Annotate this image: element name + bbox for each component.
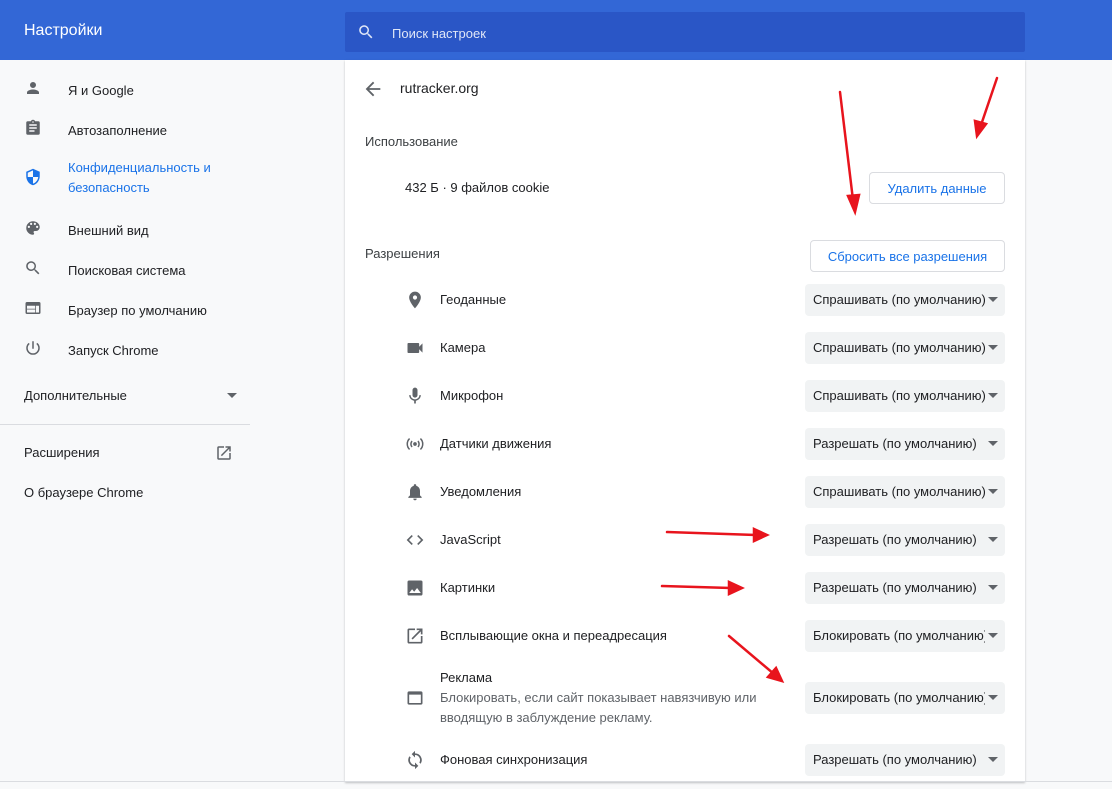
sync-icon xyxy=(408,750,422,770)
dropdown-value: Разрешать (по умолчанию) xyxy=(813,532,977,547)
permission-dropdown-location[interactable]: Спрашивать (по умолчанию) xyxy=(805,284,1005,316)
camera-icon xyxy=(407,343,423,353)
open-external-icon xyxy=(407,628,423,644)
permission-label: Микрофон xyxy=(440,388,504,403)
sidebar-item-appearance[interactable]: Внешний вид xyxy=(0,208,250,248)
microphone-icon xyxy=(409,387,421,404)
permission-dropdown-popups[interactable]: Блокировать (по умолчанию) xyxy=(805,620,1005,652)
extensions-label: Расширения xyxy=(24,445,100,460)
dropdown-arrow-icon xyxy=(988,633,998,638)
code-icon xyxy=(406,535,424,545)
sidebar-item-autofill[interactable]: Автозаполнение xyxy=(0,108,250,148)
about-label: О браузере Chrome xyxy=(24,485,144,500)
sidebar-item-label: Внешний вид xyxy=(68,223,149,238)
sidebar-item-label: Браузер по умолчанию xyxy=(68,303,207,318)
back-arrow-icon[interactable] xyxy=(362,78,384,100)
permission-label: Картинки xyxy=(440,580,496,595)
dropdown-value: Разрешать (по умолчанию) xyxy=(813,580,977,595)
usage-heading: Использование xyxy=(365,134,458,149)
sidebar-item-on-startup[interactable]: Запуск Chrome xyxy=(0,328,250,368)
permission-label: Фоновая синхронизация xyxy=(440,752,588,767)
dropdown-arrow-icon xyxy=(988,297,998,302)
site-title: rutracker.org xyxy=(400,80,479,96)
browser-icon xyxy=(25,302,41,314)
sensors-icon xyxy=(406,438,424,450)
dropdown-value: Спрашивать (по умолчанию) xyxy=(813,340,985,355)
sidebar-item-label: Я и Google xyxy=(68,83,134,98)
bell-icon xyxy=(408,484,422,501)
search-icon xyxy=(359,25,373,39)
permission-dropdown-images[interactable]: Разрешать (по умолчанию) xyxy=(805,572,1005,604)
dropdown-arrow-icon xyxy=(988,345,998,350)
sidebar-divider xyxy=(0,424,250,425)
permission-dropdown-background-sync[interactable]: Разрешать (по умолчанию) xyxy=(805,744,1005,776)
search-icon xyxy=(26,261,40,275)
dropdown-value: Блокировать (по умолчанию) xyxy=(813,628,985,643)
dropdown-value: Спрашивать (по умолчанию) xyxy=(813,484,985,499)
permission-dropdown-motion-sensors[interactable]: Разрешать (по умолчанию) xyxy=(805,428,1005,460)
permission-dropdown-notifications[interactable]: Спрашивать (по умолчанию) xyxy=(805,476,1005,508)
image-icon xyxy=(407,580,423,596)
dropdown-value: Спрашивать (по умолчанию) xyxy=(813,388,985,403)
permission-label: Реклама xyxy=(440,670,493,685)
dropdown-arrow-icon xyxy=(988,585,998,590)
permission-dropdown-javascript[interactable]: Разрешать (по умолчанию) xyxy=(805,524,1005,556)
dropdown-value: Спрашивать (по умолчанию) xyxy=(813,292,985,307)
search-box[interactable] xyxy=(345,12,1025,54)
permission-label: Всплывающие окна и переадресация xyxy=(440,628,667,643)
palette-icon xyxy=(26,221,40,235)
open-external-icon xyxy=(217,446,231,460)
permission-label: Уведомления xyxy=(440,484,522,499)
dropdown-arrow-icon xyxy=(988,393,998,398)
page-bottom-border xyxy=(0,781,1112,782)
sidebar-item-label: Запуск Chrome xyxy=(68,343,159,358)
sidebar-item-label: Конфиденциальность и безопасность xyxy=(68,160,211,195)
person-icon xyxy=(27,82,39,94)
permission-dropdown-microphone[interactable]: Спрашивать (по умолчанию) xyxy=(805,380,1005,412)
dropdown-arrow-icon xyxy=(988,537,998,542)
app-title: Настройки xyxy=(24,22,103,39)
power-icon xyxy=(26,341,40,355)
usage-summary: 432 Б · 9 файлов cookie xyxy=(405,180,550,195)
clear-data-button[interactable]: Удалить данные xyxy=(869,172,1005,204)
sidebar-item-extensions[interactable]: Расширения xyxy=(24,445,234,465)
ads-icon xyxy=(407,691,423,705)
sidebar-item-default-browser[interactable]: Браузер по умолчанию xyxy=(0,288,250,328)
dropdown-arrow-icon xyxy=(988,695,998,700)
dropdown-arrow-icon xyxy=(988,489,998,494)
dropdown-value: Разрешать (по умолчанию) xyxy=(813,436,977,451)
reset-permissions-button[interactable]: Сбросить все разрешения xyxy=(810,240,1005,272)
sidebar-item-label: Поисковая система xyxy=(68,263,186,278)
sidebar-item-search-engine[interactable]: Поисковая система xyxy=(0,248,250,288)
header-bar: Настройки xyxy=(0,0,1112,60)
search-input[interactable] xyxy=(390,12,994,54)
sidebar-item-you-and-google[interactable]: Я и Google xyxy=(0,68,250,108)
dropdown-value: Разрешать (по умолчанию) xyxy=(813,752,977,767)
sidebar-item-about-chrome[interactable]: О браузере Chrome xyxy=(24,485,143,500)
clipboard-icon xyxy=(26,119,40,135)
advanced-label: Дополнительные xyxy=(24,388,127,403)
dropdown-arrow-icon xyxy=(988,757,998,762)
location-icon xyxy=(409,291,421,309)
permission-label: Датчики движения xyxy=(440,436,552,451)
sidebar-item-label: Автозаполнение xyxy=(68,123,168,138)
permissions-heading: Разрешения xyxy=(365,246,440,261)
permission-dropdown-ads[interactable]: Блокировать (по умолчанию) xyxy=(805,682,1005,714)
permission-description: Блокировать, если сайт показывает навязч… xyxy=(440,690,757,725)
permission-dropdown-camera[interactable]: Спрашивать (по умолчанию) xyxy=(805,332,1005,364)
chevron-down-icon xyxy=(227,393,237,398)
permission-label: JavaScript xyxy=(440,532,501,547)
sidebar-item-privacy[interactable]: Конфиденциальность и безопасность xyxy=(0,148,250,208)
dropdown-arrow-icon xyxy=(988,441,998,446)
advanced-section-toggle[interactable]: Дополнительные xyxy=(24,388,237,408)
dropdown-value: Блокировать (по умолчанию) xyxy=(813,690,985,705)
shield-icon xyxy=(26,168,40,186)
permission-label: Камера xyxy=(440,340,486,355)
permission-label: Геоданные xyxy=(440,292,507,307)
